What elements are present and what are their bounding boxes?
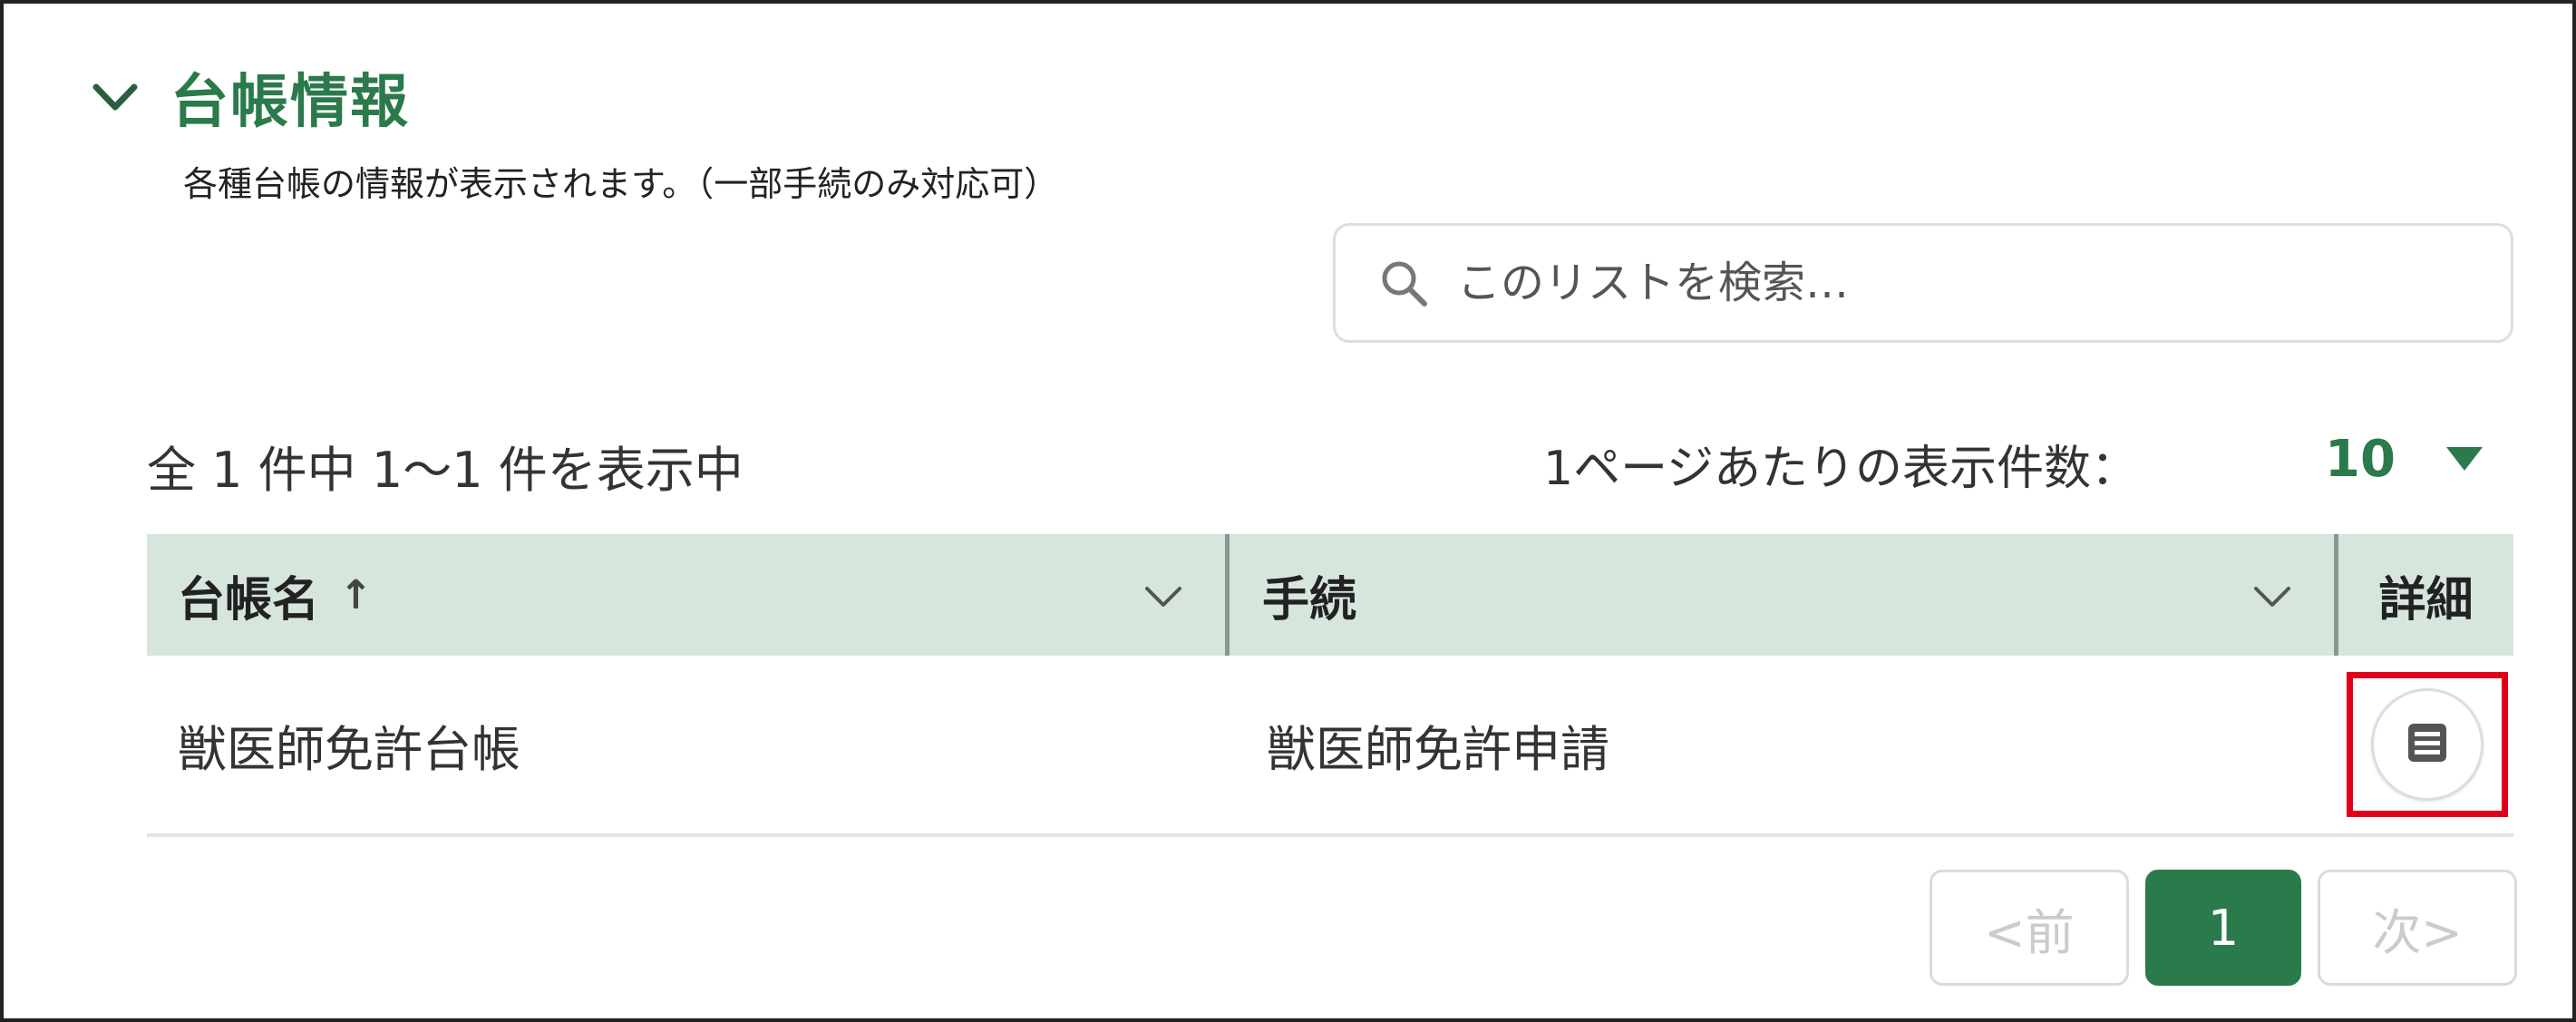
column-header-name-label: 台帳名 <box>178 572 320 628</box>
chevron-down-icon[interactable] <box>2249 572 2296 619</box>
cell-procedure: 獣医師免許申請 <box>1267 720 1609 778</box>
search-box[interactable] <box>1333 223 2513 343</box>
caret-down-icon[interactable] <box>2445 447 2483 471</box>
page-button-current[interactable]: 1 <box>2145 870 2301 986</box>
next-page-button[interactable]: 次> <box>2318 870 2517 986</box>
page-frame: 台帳情報 各種台帳の情報が表示されます。（一部手続のみ対応可） 全 1 件中 1… <box>0 0 2576 1022</box>
column-header-detail-label: 詳細 <box>2378 572 2474 628</box>
search-input[interactable] <box>1457 258 2454 308</box>
column-header-procedure-label: 手続 <box>1262 572 1357 628</box>
section-description: 各種台帳の情報が表示されます。（一部手続のみ対応可） <box>183 164 1059 204</box>
column-header-name[interactable]: 台帳名 ↑ <box>147 534 1230 656</box>
detail-button[interactable] <box>2371 688 2484 801</box>
chevron-down-icon[interactable] <box>1140 572 1187 619</box>
result-count: 全 1 件中 1〜1 件を表示中 <box>147 442 744 499</box>
section-header[interactable]: 台帳情報 <box>87 56 410 138</box>
cell-ledger-name: 獣医師免許台帳 <box>178 720 520 778</box>
highlight-annotation <box>2347 672 2508 817</box>
sort-ascending-icon[interactable]: ↑ <box>339 572 373 618</box>
chevron-down-icon[interactable] <box>87 69 143 125</box>
per-page-select[interactable]: 10 <box>2325 423 2483 495</box>
document-list-icon <box>2403 718 2452 771</box>
table-row: 獣医師免許台帳 獣医師免許申請 <box>147 656 2513 837</box>
section-title: 台帳情報 <box>170 69 410 136</box>
per-page-value[interactable]: 10 <box>2325 430 2396 489</box>
column-header-detail: 詳細 <box>2338 534 2513 656</box>
pagination: <前 1 次> <box>1930 870 2517 986</box>
prev-page-button[interactable]: <前 <box>1930 870 2129 986</box>
search-icon <box>1377 257 1430 309</box>
table-header: 台帳名 ↑ 手続 詳細 <box>147 534 2513 656</box>
per-page-label: 1ページあたりの表示件数： <box>1543 442 2139 496</box>
column-header-procedure[interactable]: 手続 <box>1230 534 2338 656</box>
